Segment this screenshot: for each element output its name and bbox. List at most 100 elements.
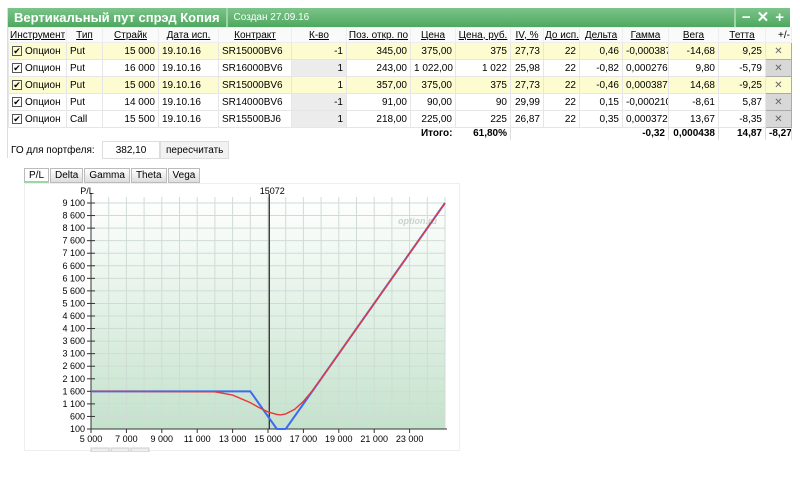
cell-text: 26,87 [514, 113, 540, 125]
table-cell: ✔ Опцион [8, 110, 67, 128]
tab-vega[interactable]: Vega [167, 168, 201, 183]
y-tick-label: 9 100 [62, 198, 85, 208]
column-header[interactable]: Гамма [622, 27, 669, 43]
table-cell: 16 000 [102, 59, 159, 77]
cell-text: 22 [564, 96, 576, 108]
column-header[interactable]: Поз. откр. по [346, 27, 411, 43]
row-checkbox[interactable]: ✔ [12, 62, 22, 73]
tab-pl[interactable]: P/L [24, 168, 50, 183]
cell-text: 90,00 [426, 96, 452, 108]
minimize-icon[interactable]: − [742, 8, 751, 27]
x-tick-label: 21 000 [360, 434, 388, 444]
table-row: ✔ Опцион Put 14 000 19.10.16 SR14000BV6 -1 91,0… [8, 93, 792, 111]
tab-theta[interactable]: Theta [130, 168, 167, 183]
x-tick-label: 11 000 [184, 434, 211, 444]
cell-text: -0,82 [596, 62, 619, 74]
table-cell: 5,87 [718, 93, 766, 111]
cell-text: 1 022 [481, 62, 507, 74]
chart-control-button [90, 447, 110, 453]
column-header[interactable]: Тип [66, 27, 103, 43]
tab-delta[interactable]: Delta [50, 168, 84, 183]
x-tick-label: 17 000 [290, 434, 318, 444]
column-header[interactable]: IV, % [510, 27, 544, 43]
cell-text: 9,80 [695, 62, 715, 74]
cell-text: 19.10.16 [162, 113, 201, 125]
column-header[interactable]: Цена, руб. [455, 27, 511, 43]
table-cell: ✔ Опцион [8, 93, 67, 111]
table-cell: -14,68 [668, 42, 719, 60]
quantity-cell[interactable]: -1 [291, 42, 347, 60]
x-tick-label: 7 000 [115, 434, 138, 444]
quantity-cell[interactable]: -1 [291, 93, 347, 111]
x-tick-label: 19 000 [325, 434, 353, 444]
table-cell: 0,000372 [622, 110, 669, 128]
column-header[interactable]: Цена [410, 27, 456, 43]
row-checkbox[interactable]: ✔ [12, 79, 22, 90]
cell-text: 1 [337, 113, 343, 125]
table-cell: Put [66, 93, 103, 111]
portfolio-title: Вертикальный пут спрэд Копия [8, 8, 228, 27]
row-checkbox[interactable]: ✔ [12, 45, 22, 56]
cell-text: 375 [490, 45, 507, 57]
y-axis-label: P/L [80, 186, 94, 196]
delete-row-icon[interactable]: ✕ [765, 93, 792, 111]
table-cell: -0,46 [579, 76, 623, 94]
table-cell: -8,61 [668, 93, 719, 111]
cell-text: SR16000BV6 [222, 62, 283, 74]
delete-row-icon[interactable]: ✕ [765, 59, 792, 77]
table-cell: 90,00 [410, 93, 456, 111]
y-tick-label: 600 [70, 411, 85, 421]
delete-row-icon[interactable]: ✕ [765, 42, 792, 60]
column-header[interactable]: +/- [765, 27, 792, 43]
table-cell: 14 000 [102, 93, 159, 111]
column-header[interactable]: Страйк [102, 27, 159, 43]
cell-text: 0,46 [599, 45, 619, 57]
column-header[interactable]: К-во [291, 27, 347, 43]
delete-row-icon[interactable]: ✕ [765, 110, 792, 128]
pl-chart: option.ru1006001 1001 6002 1002 6003 100… [62, 186, 447, 453]
table-cell: -9,25 [718, 76, 766, 94]
quantity-cell[interactable]: 1 [291, 110, 347, 128]
cell-text: 5,87 [742, 96, 762, 108]
cell-text: 14,68 [689, 79, 715, 91]
cell-text: Call [70, 113, 88, 125]
y-tick-label: 4 600 [62, 311, 85, 321]
column-header[interactable]: Инструмент [8, 27, 67, 43]
table-cell: 13,67 [668, 110, 719, 128]
table-cell: 357,00 [346, 76, 411, 94]
cell-text: 19.10.16 [162, 62, 201, 74]
column-header[interactable]: Тетта [718, 27, 766, 43]
quantity-cell[interactable]: 1 [291, 76, 347, 94]
cell-text: 27,73 [514, 45, 540, 57]
table-cell: 9,80 [668, 59, 719, 77]
column-header[interactable]: Дата исп. [158, 27, 219, 43]
y-tick-label: 5 600 [62, 286, 85, 296]
row-checkbox[interactable]: ✔ [12, 96, 22, 107]
table-cell: -8,35 [718, 110, 766, 128]
table-cell: Put [66, 42, 103, 60]
spot-marker-label: 15072 [260, 186, 285, 196]
table-cell: 19.10.16 [158, 59, 219, 77]
tab-gamma[interactable]: Gamma [84, 168, 130, 183]
column-header[interactable]: Дельта [579, 27, 623, 43]
table-cell: 19.10.16 [158, 76, 219, 94]
column-header[interactable]: Вега [668, 27, 719, 43]
column-header[interactable]: Контракт [218, 27, 292, 43]
y-tick-label: 6 100 [62, 273, 85, 283]
add-icon[interactable]: + [775, 8, 784, 27]
table-cell: 218,00 [346, 110, 411, 128]
table-cell: 27,73 [510, 76, 544, 94]
quantity-cell[interactable]: 1 [291, 59, 347, 77]
recalculate-button[interactable]: пересчитать [160, 141, 230, 159]
row-checkbox[interactable]: ✔ [12, 113, 22, 124]
cell-text: -0,000387 [626, 45, 669, 57]
table-cell: ✔ Опцион [8, 59, 67, 77]
table-cell: 25,98 [510, 59, 544, 77]
close-icon[interactable]: ✕ [757, 8, 770, 27]
total-vega: 14,87 [718, 127, 766, 140]
table-cell: 375,00 [410, 76, 456, 94]
delete-row-icon[interactable]: ✕ [765, 76, 792, 94]
column-header[interactable]: До исп. [543, 27, 580, 43]
total-delta: -0,32 [622, 127, 669, 140]
cell-text: -8,61 [692, 96, 715, 108]
